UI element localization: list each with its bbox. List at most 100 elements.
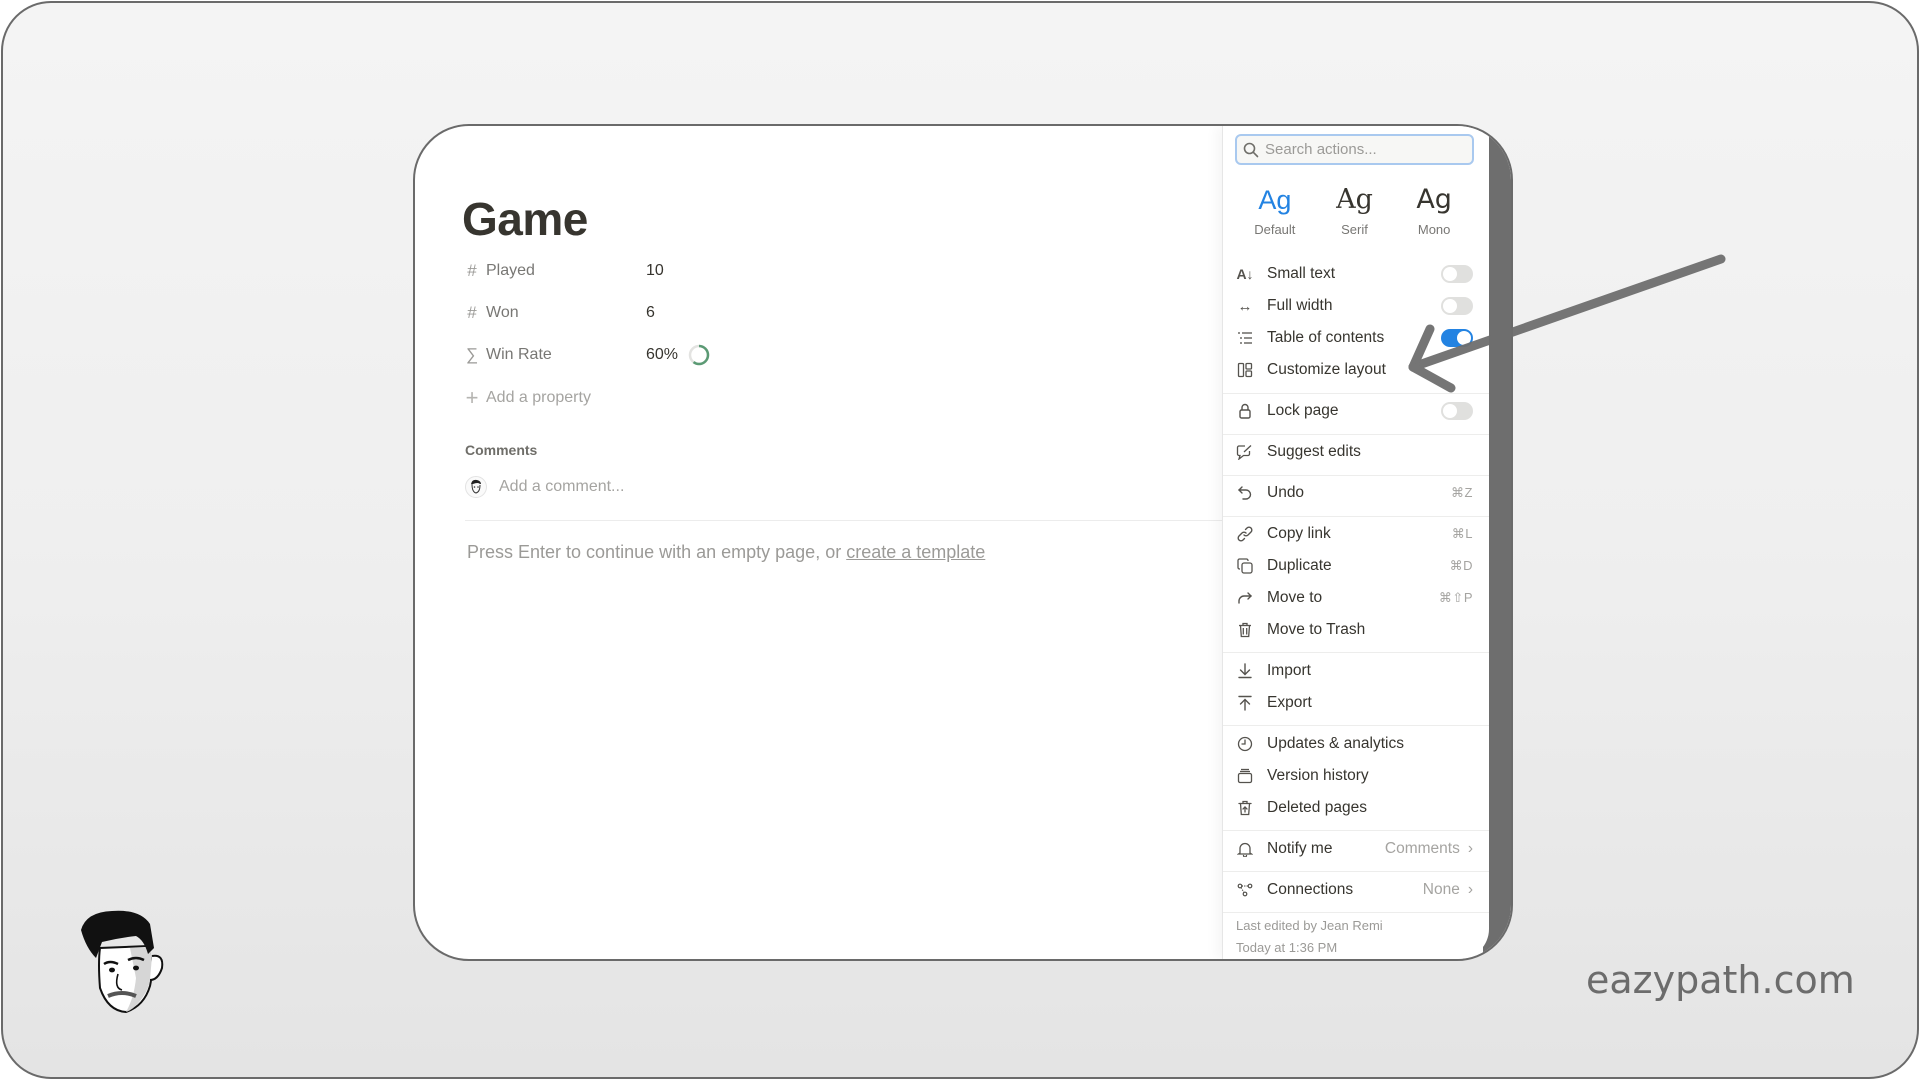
property-name: Won	[486, 304, 519, 321]
property-win-rate[interactable]: ∑ Win Rate 60%	[464, 343, 864, 367]
font-sample: Ag	[1258, 185, 1292, 215]
page-title[interactable]: Game	[462, 192, 588, 246]
menu-item-deleted-pages[interactable]: Deleted pages	[1223, 793, 1489, 823]
menu-item-move-to[interactable]: Move to ⌘⇧P	[1223, 583, 1489, 613]
add-property-button[interactable]: + Add a property	[464, 385, 864, 410]
comments-header: Comments	[465, 442, 538, 458]
property-name: Played	[486, 262, 535, 279]
property-value[interactable]: 6	[646, 304, 655, 322]
menu-item-small-text[interactable]: A↓ Small text	[1223, 259, 1489, 289]
lock-icon	[1236, 402, 1254, 420]
version-history-icon	[1236, 767, 1254, 785]
search-icon	[1243, 142, 1259, 157]
divider	[465, 520, 1222, 521]
full-width-toggle[interactable]	[1441, 297, 1473, 315]
connections-icon	[1236, 881, 1254, 899]
font-sample: Ag	[1416, 184, 1452, 215]
chevron-right-icon: ›	[1467, 840, 1473, 857]
menu-item-version-history[interactable]: Version history	[1223, 761, 1489, 791]
connections-setting: None	[1422, 881, 1460, 898]
menu-divider	[1223, 830, 1489, 831]
menu-item-undo[interactable]: Undo ⌘Z	[1223, 478, 1489, 508]
menu-item-customize-layout[interactable]: Customize layout	[1223, 355, 1489, 385]
font-label: Serif	[1341, 222, 1368, 237]
menu-item-label: Full width	[1267, 297, 1333, 314]
comment-placeholder: Add a comment...	[499, 478, 625, 495]
menu-item-label: Deleted pages	[1267, 799, 1367, 816]
menu-item-label: Undo	[1267, 484, 1305, 501]
font-label: Default	[1254, 222, 1296, 237]
create-template-link[interactable]: create a template	[846, 542, 985, 562]
menu-divider	[1223, 871, 1489, 872]
clock-icon	[1236, 735, 1254, 753]
search-actions-input[interactable]	[1265, 141, 1465, 158]
trash-icon	[1236, 621, 1254, 639]
menu-item-label: Notify me	[1267, 840, 1333, 857]
table-of-contents-toggle[interactable]	[1441, 329, 1473, 347]
search-actions-field[interactable]	[1235, 134, 1474, 165]
menu-item-lock-page[interactable]: Lock page	[1223, 396, 1489, 426]
menu-item-label: Small text	[1267, 265, 1336, 282]
menu-item-label: Duplicate	[1267, 557, 1332, 574]
small-text-icon: A↓	[1236, 266, 1254, 282]
list-indent-icon	[1236, 329, 1254, 347]
move-arrow-icon	[1236, 589, 1254, 607]
suggest-edit-icon	[1236, 443, 1254, 461]
font-option-serif[interactable]: Ag Serif	[1319, 184, 1389, 237]
menu-item-label: Move to Trash	[1267, 621, 1366, 638]
font-option-mono[interactable]: Ag Mono	[1399, 184, 1469, 237]
lock-page-toggle[interactable]	[1441, 402, 1473, 420]
author-avatar	[81, 910, 164, 1014]
import-icon	[1236, 662, 1254, 680]
menu-item-label: Customize layout	[1267, 361, 1386, 378]
duplicate-icon	[1236, 557, 1254, 575]
property-won[interactable]: # Won 6	[464, 301, 864, 325]
font-sample: Ag	[1336, 184, 1373, 215]
watermark: eazypath.com	[1586, 958, 1855, 1002]
menu-item-notify-me[interactable]: Notify me Comments ›	[1223, 834, 1489, 864]
export-icon	[1236, 694, 1254, 712]
font-picker: Ag Default Ag Serif Ag Mono	[1235, 184, 1474, 237]
menu-divider	[1223, 393, 1489, 394]
menu-item-updates-analytics[interactable]: Updates & analytics	[1223, 729, 1489, 759]
property-value[interactable]: 60%	[646, 344, 710, 366]
property-value[interactable]: 10	[646, 262, 664, 280]
menu-divider	[1223, 434, 1489, 435]
shortcut-hint: ⌘D	[1449, 558, 1473, 573]
restore-trash-icon	[1236, 799, 1254, 817]
layout-icon	[1236, 361, 1254, 379]
undo-icon	[1236, 484, 1254, 502]
menu-item-connections[interactable]: Connections None ›	[1223, 875, 1489, 905]
menu-item-label: Suggest edits	[1267, 443, 1361, 460]
menu-item-label: Import	[1267, 662, 1311, 679]
hash-icon: #	[467, 303, 477, 322]
menu-item-label: Table of contents	[1267, 329, 1385, 346]
menu-item-label: Export	[1267, 694, 1312, 711]
menu-item-copy-link[interactable]: Copy link ⌘L	[1223, 519, 1489, 549]
menu-item-suggest-edits[interactable]: Suggest edits	[1223, 437, 1489, 467]
notion-window: Game # Played 10 # Won 6 ∑ Win Rate 60% …	[413, 124, 1513, 961]
font-option-default[interactable]: Ag Default	[1240, 184, 1310, 237]
notify-setting: Comments	[1384, 840, 1460, 857]
menu-item-label: Connections	[1267, 881, 1354, 898]
last-edited-time: Today at 1:36 PM	[1236, 940, 1338, 955]
comment-input[interactable]: Add a comment...	[465, 476, 624, 498]
property-played[interactable]: # Played 10	[464, 259, 864, 283]
connections-value: None ›	[1423, 881, 1473, 899]
menu-item-label: Move to	[1267, 589, 1323, 606]
menu-item-import[interactable]: Import	[1223, 656, 1489, 686]
menu-item-duplicate[interactable]: Duplicate ⌘D	[1223, 551, 1489, 581]
notify-value: Comments ›	[1385, 840, 1473, 858]
menu-divider	[1223, 475, 1489, 476]
menu-item-label: Lock page	[1267, 402, 1339, 419]
menu-item-full-width[interactable]: ↔ Full width	[1223, 291, 1489, 321]
hash-icon: #	[467, 261, 477, 280]
last-edited-by: Last edited by Jean Remi	[1236, 918, 1383, 933]
menu-divider	[1223, 912, 1489, 913]
small-text-toggle[interactable]	[1441, 265, 1473, 283]
win-rate-text: 60%	[646, 346, 679, 363]
menu-item-table-of-contents[interactable]: Table of contents	[1223, 323, 1489, 353]
property-name: Win Rate	[486, 346, 552, 363]
menu-item-move-to-trash[interactable]: Move to Trash	[1223, 615, 1489, 645]
menu-item-export[interactable]: Export	[1223, 688, 1489, 718]
